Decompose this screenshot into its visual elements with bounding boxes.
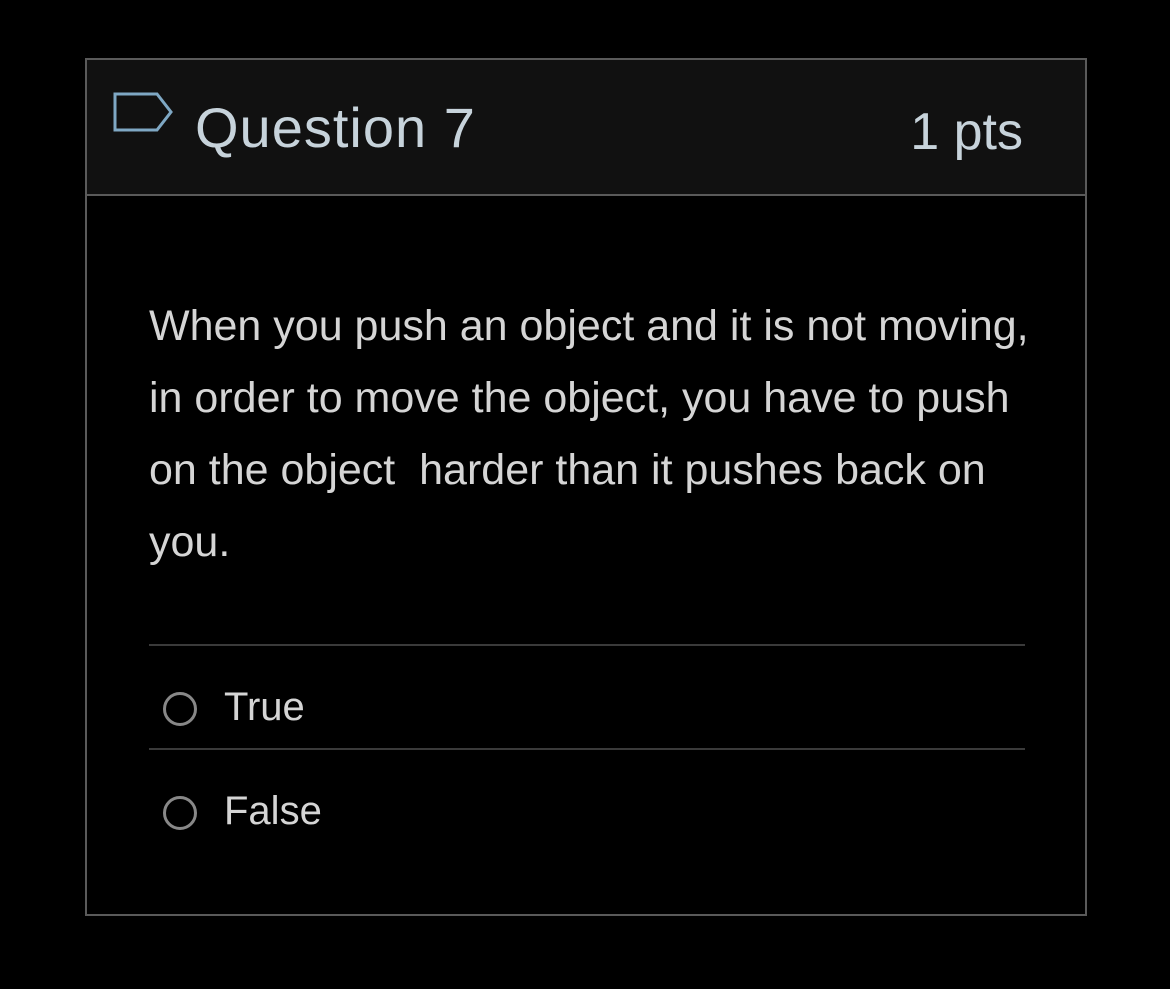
answer-label-false[interactable]: False [224,788,322,834]
flag-icon[interactable] [111,90,175,144]
answer-divider-middle [149,748,1025,750]
question-header: Question 7 1 pts [87,60,1085,196]
answer-label-true[interactable]: True [224,684,305,730]
answer-option-true[interactable]: True [149,654,1025,754]
radio-button-true[interactable] [163,692,197,726]
question-points: 1 pts [910,103,1023,161]
answer-option-false[interactable]: False [149,758,1025,858]
flag-icon-graphic [113,92,173,132]
radio-button-false[interactable] [163,796,197,830]
question-text: When you push an object and it is not mo… [149,302,1041,566]
question-card: Question 7 1 pts When you push an object… [85,58,1087,916]
answer-divider-top [149,644,1025,646]
question-title: Question 7 [195,96,476,159]
